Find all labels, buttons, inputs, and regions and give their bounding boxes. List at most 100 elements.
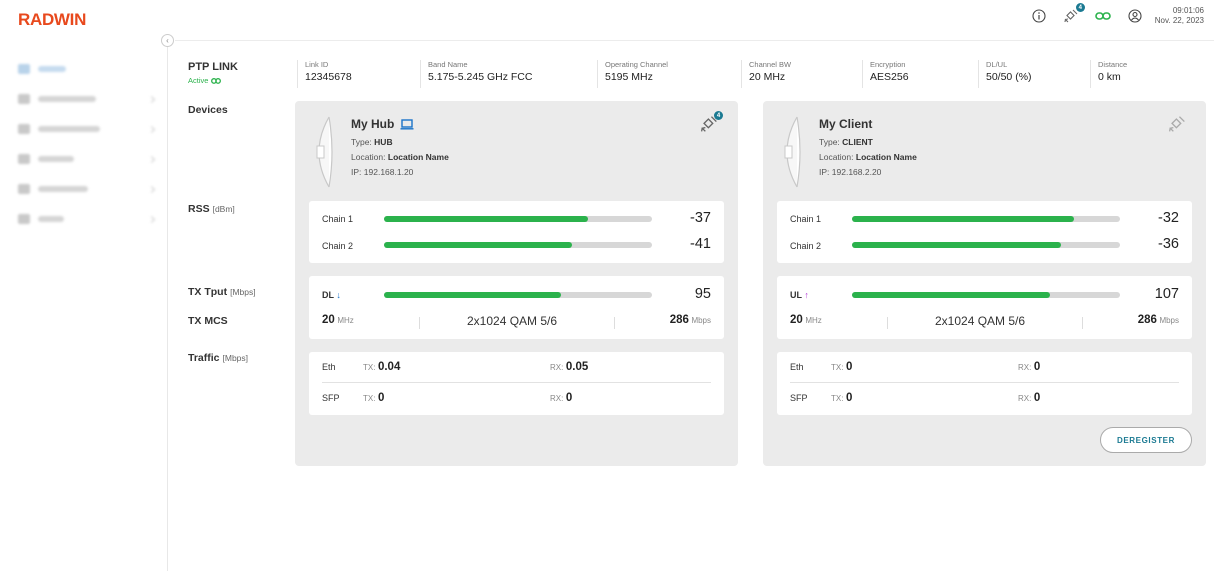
eth-label: Eth — [322, 362, 336, 372]
chain2-bar — [852, 242, 1120, 248]
eth-tx: TX: 0.04 — [363, 361, 400, 373]
client-name: My Client — [819, 117, 872, 131]
info-distance: Distance 0 km — [1090, 60, 1127, 88]
info-value: 50/50 (%) — [986, 71, 1032, 83]
laptop-icon[interactable] — [400, 118, 414, 130]
mcs-value: 2x1024 QAM 5/6 — [935, 314, 1026, 328]
management-icon — [18, 124, 30, 134]
sidebar-item-services[interactable] — [18, 152, 158, 166]
sidebar-item-home[interactable] — [18, 62, 158, 76]
eth-rx: RX: 0.05 — [550, 361, 588, 373]
deregister-button[interactable]: DEREGISTER — [1100, 427, 1192, 453]
info-value: 20 MHz — [749, 71, 786, 83]
sfp-label: SFP — [790, 393, 808, 403]
sfp-rx-value: 0 — [1033, 392, 1041, 404]
sidebar-item-label — [38, 66, 66, 72]
tx-label: TX: — [363, 363, 376, 372]
rss-label-text: RSS — [188, 203, 210, 215]
ip-value: 192.168.1.20 — [363, 167, 414, 177]
client-location: Location: Location Name — [819, 152, 917, 162]
sidebar-collapse-button[interactable]: ‹ — [161, 34, 174, 47]
ip-label: IP: — [351, 167, 362, 177]
satellite-icon[interactable]: 4 — [698, 111, 723, 135]
location-label: Location: — [351, 152, 386, 162]
chain2-label: Chain 2 — [322, 241, 354, 251]
info-label: Channel BW — [749, 60, 792, 69]
rx-label: RX: — [550, 394, 564, 403]
eth-tx-value: 0 — [845, 361, 853, 373]
rate: 286 Mbps — [1138, 314, 1179, 326]
hub-ip: IP: 192.168.1.20 — [351, 167, 413, 177]
chain1-label: Chain 1 — [790, 214, 822, 224]
info-label: Distance — [1098, 60, 1128, 69]
bandwidth-unit: MHz — [805, 316, 822, 325]
ul-label-text: UL — [790, 290, 802, 300]
sfp-tx: TX: 0 — [363, 392, 384, 404]
link-icon[interactable] — [1093, 6, 1113, 26]
type-value: CLIENT — [842, 137, 873, 147]
link-status-icon — [211, 77, 222, 84]
chain2-bar — [384, 242, 652, 248]
divider — [322, 382, 711, 383]
satellite-icon[interactable]: 4 — [1061, 3, 1085, 26]
client-card: My Client Type: CLIENT Location: Locatio… — [763, 101, 1206, 466]
throughput-value: 95 — [694, 286, 711, 302]
info-icon[interactable] — [1029, 6, 1049, 26]
chain1-bar — [852, 216, 1120, 222]
dl-label: DL ↓ — [322, 290, 341, 300]
tools-icon — [18, 214, 30, 224]
sidebar-item-air-interface[interactable] — [18, 92, 158, 106]
sfp-rx-value: 0 — [565, 392, 573, 404]
satellite-badge: 4 — [1075, 3, 1085, 12]
link-status: Active — [188, 76, 222, 85]
info-value: 5195 MHz — [605, 71, 653, 83]
traffic-panel: Eth TX: 0.04 RX: 0.05 SFP TX: 0 RX: 0 — [309, 352, 724, 415]
user-icon[interactable] — [1125, 6, 1145, 26]
info-label: DL/UL — [986, 60, 1008, 69]
divider — [887, 317, 888, 329]
hub-location: Location: Location Name — [351, 152, 449, 162]
throughput-bar — [852, 292, 1120, 298]
throughput-panel: UL ↑ 107 20 MHz 2x1024 QAM 5/6 286 Mbps — [777, 276, 1192, 339]
chevron-right-icon — [147, 215, 156, 223]
date-text: Nov. 22, 2023 — [1154, 16, 1204, 25]
info-value: 12345678 — [305, 71, 352, 83]
ip-value: 192.168.2.20 — [831, 167, 882, 177]
top-header: RADWIN 4 09:01:06 Nov. 22, 2023 — [0, 0, 1214, 38]
bandwidth: 20 MHz — [322, 314, 354, 326]
chain1-value: -32 — [1158, 210, 1179, 226]
traffic-unit: [Mbps] — [222, 353, 249, 363]
chevron-left-icon: ‹ — [166, 36, 169, 45]
chain1-bar — [384, 216, 652, 222]
chevron-right-icon — [147, 125, 156, 133]
rss-panel: Chain 1 -37 Chain 2 -41 — [309, 201, 724, 263]
sidebar-item-tools[interactable] — [18, 212, 158, 226]
bandwidth: 20 MHz — [790, 314, 822, 326]
sidebar-item-label — [38, 186, 88, 192]
tx-mcs-label-text: TX MCS — [188, 315, 228, 327]
dl-label-text: DL — [322, 290, 334, 300]
chain1-bar-fill — [852, 216, 1075, 222]
location-value: Location Name — [387, 152, 449, 162]
rate-unit: Mbps — [1159, 316, 1179, 325]
rss-unit: [dBm] — [212, 204, 235, 214]
satellite-badge: 4 — [714, 111, 723, 120]
rx-label: RX: — [1018, 363, 1032, 372]
radwin-logo[interactable]: RADWIN — [18, 10, 86, 30]
sidebar-item-label — [38, 156, 74, 162]
divider — [614, 317, 615, 329]
rate-value: 286 — [1137, 314, 1157, 326]
rss-panel: Chain 1 -32 Chain 2 -36 — [777, 201, 1192, 263]
sidebar-item-monitoring[interactable] — [18, 182, 158, 196]
bandwidth-unit: MHz — [337, 316, 354, 325]
time-text: 09:01:06 — [1172, 6, 1204, 15]
info-encryption: Encryption AES256 — [862, 60, 909, 88]
divider — [1082, 317, 1083, 329]
sidebar-item-management[interactable] — [18, 122, 158, 136]
eth-rx-value: 0.05 — [565, 361, 589, 373]
bandwidth-value: 20 — [790, 314, 803, 326]
info-label: Operating Channel — [605, 60, 668, 69]
type-label: Type: — [351, 137, 372, 147]
satellite-icon[interactable] — [1166, 113, 1188, 135]
chain2-value: -36 — [1158, 236, 1179, 252]
